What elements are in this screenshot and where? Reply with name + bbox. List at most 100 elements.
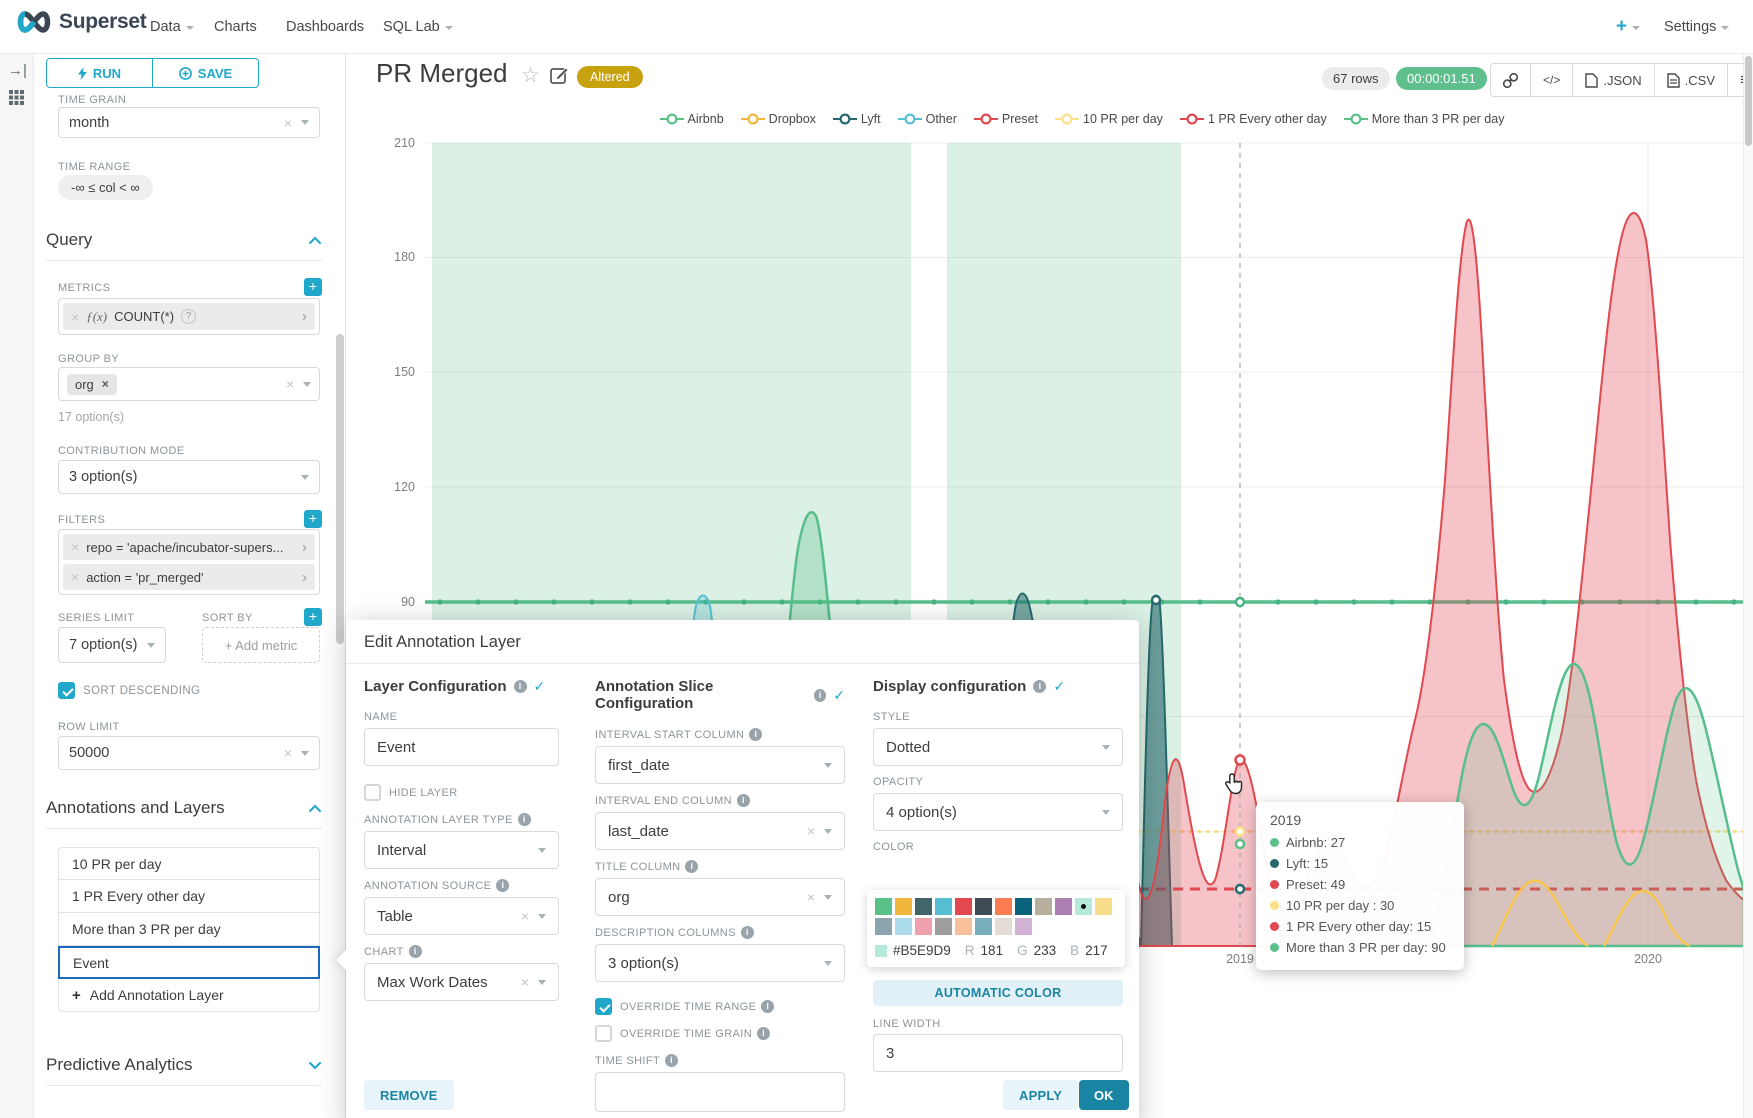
- filter-pill[interactable]: × action = 'pr_merged' ›: [63, 564, 315, 590]
- color-swatch[interactable]: [975, 898, 992, 915]
- color-swatch[interactable]: [875, 918, 892, 935]
- collapse-panel-icon[interactable]: →|: [8, 62, 27, 79]
- row-limit-select[interactable]: 50000 ×: [58, 736, 320, 770]
- favorite-star-icon[interactable]: ☆: [521, 63, 540, 88]
- chevron-down-icon[interactable]: [308, 1061, 322, 1070]
- title-column-select[interactable]: org ×: [595, 878, 845, 916]
- info-icon[interactable]: i: [814, 689, 826, 702]
- annotation-source-select[interactable]: Table ×: [364, 897, 559, 935]
- line-width-input[interactable]: [873, 1034, 1123, 1072]
- annotation-layer-item-selected[interactable]: Event: [58, 946, 320, 979]
- color-swatch[interactable]: [915, 898, 932, 915]
- color-swatch[interactable]: [995, 918, 1012, 935]
- legend-item[interactable]: Lyft: [833, 112, 881, 126]
- copy-link-button[interactable]: [1491, 64, 1531, 96]
- remove-filter-icon[interactable]: ×: [71, 570, 79, 584]
- interval-start-select[interactable]: first_date: [595, 746, 845, 784]
- override-time-grain-checkbox[interactable]: [595, 1025, 612, 1042]
- clear-icon[interactable]: ×: [286, 377, 294, 391]
- legend-item[interactable]: Preset: [974, 112, 1038, 126]
- clear-icon[interactable]: ×: [284, 746, 292, 760]
- hide-layer-checkbox[interactable]: [364, 784, 381, 801]
- expand-metric-icon[interactable]: ›: [302, 308, 307, 325]
- color-swatch[interactable]: [895, 918, 912, 935]
- altered-badge[interactable]: Altered: [577, 66, 643, 88]
- info-icon[interactable]: i: [409, 945, 422, 958]
- question-circle-icon[interactable]: ?: [181, 309, 196, 324]
- clear-icon[interactable]: ×: [521, 909, 529, 923]
- r-value[interactable]: 181: [981, 943, 1004, 958]
- new-item-button[interactable]: +: [1616, 0, 1640, 54]
- chevron-up-icon[interactable]: [308, 804, 322, 813]
- caret-down-icon[interactable]: [824, 961, 832, 966]
- legend-item[interactable]: More than 3 PR per day: [1344, 112, 1505, 126]
- caret-down-icon[interactable]: [824, 763, 832, 768]
- description-columns-select[interactable]: 3 option(s): [595, 944, 845, 982]
- info-icon[interactable]: i: [757, 1027, 770, 1040]
- save-button[interactable]: SAVE: [153, 59, 258, 87]
- page-scrollbar[interactable]: [1743, 54, 1753, 1118]
- color-swatch[interactable]: [1015, 918, 1032, 935]
- caret-down-icon[interactable]: [538, 848, 546, 853]
- add-annotation-layer[interactable]: + Add Annotation Layer: [58, 979, 320, 1012]
- group-by-tag[interactable]: org ×: [67, 374, 117, 395]
- caret-down-icon[interactable]: [538, 914, 546, 919]
- ok-button[interactable]: OK: [1079, 1080, 1129, 1110]
- name-input[interactable]: [364, 728, 559, 766]
- annotation-layer-item[interactable]: 1 PR Every other day: [58, 880, 320, 913]
- caret-down-icon[interactable]: [301, 120, 309, 125]
- color-swatch[interactable]: [955, 918, 972, 935]
- info-icon[interactable]: i: [749, 728, 762, 741]
- legend-item[interactable]: Dropbox: [741, 112, 816, 126]
- remove-filter-icon[interactable]: ×: [71, 540, 79, 554]
- chart-select[interactable]: Max Work Dates ×: [364, 963, 559, 1001]
- caret-down-icon[interactable]: [1102, 745, 1110, 750]
- settings-menu[interactable]: Settings: [1664, 0, 1729, 54]
- apply-button[interactable]: APPLY: [1003, 1080, 1078, 1110]
- nav-data[interactable]: Data: [150, 0, 194, 54]
- legend-item[interactable]: 10 PR per day: [1055, 112, 1163, 126]
- nav-dashboards[interactable]: Dashboards: [286, 0, 364, 54]
- line-width-input-field[interactable]: [886, 1045, 1110, 1062]
- export-csv-button[interactable]: .CSV: [1655, 64, 1728, 96]
- run-button[interactable]: RUN: [47, 59, 153, 87]
- color-swatch[interactable]: [935, 898, 952, 915]
- interval-end-select[interactable]: last_date ×: [595, 812, 845, 850]
- color-swatch[interactable]: [935, 918, 952, 935]
- info-icon[interactable]: i: [685, 860, 698, 873]
- caret-down-icon[interactable]: [1102, 810, 1110, 815]
- color-swatch[interactable]: [975, 918, 992, 935]
- info-icon[interactable]: i: [1033, 680, 1046, 693]
- caret-down-icon[interactable]: [147, 643, 155, 648]
- color-swatch[interactable]: [915, 918, 932, 935]
- override-time-range-checkbox[interactable]: [595, 998, 612, 1015]
- info-icon[interactable]: i: [665, 1054, 678, 1067]
- info-icon[interactable]: i: [496, 879, 509, 892]
- clear-icon[interactable]: ×: [807, 824, 815, 838]
- add-filter-button[interactable]: +: [304, 510, 322, 528]
- color-swatch[interactable]: [1095, 898, 1112, 915]
- sidebar-scrollbar[interactable]: [336, 334, 344, 644]
- opacity-select[interactable]: 4 option(s): [873, 793, 1123, 831]
- g-value[interactable]: 233: [1034, 943, 1057, 958]
- clear-icon[interactable]: ×: [521, 975, 529, 989]
- legend-item[interactable]: Other: [898, 112, 957, 126]
- add-sort-metric-button[interactable]: +: [304, 608, 322, 626]
- clear-icon[interactable]: ×: [807, 890, 815, 904]
- color-swatch[interactable]: [875, 898, 892, 915]
- info-icon[interactable]: i: [518, 813, 531, 826]
- nav-sql-lab[interactable]: SQL Lab: [383, 0, 453, 54]
- time-shift-input-field[interactable]: [608, 1084, 832, 1101]
- remove-metric-icon[interactable]: ×: [71, 310, 79, 324]
- annotation-layer-item[interactable]: More than 3 PR per day: [58, 913, 320, 946]
- contribution-mode-select[interactable]: 3 option(s): [58, 460, 320, 494]
- caret-down-icon[interactable]: [303, 382, 311, 387]
- time-shift-input[interactable]: [595, 1072, 845, 1112]
- caret-down-icon[interactable]: [538, 980, 546, 985]
- edit-title-icon[interactable]: [550, 66, 569, 85]
- info-icon[interactable]: i: [737, 794, 750, 807]
- color-swatch[interactable]: [1015, 898, 1032, 915]
- expand-filter-icon[interactable]: ›: [302, 569, 307, 586]
- scrollbar-thumb[interactable]: [1745, 56, 1752, 146]
- export-json-button[interactable]: .JSON: [1573, 64, 1654, 96]
